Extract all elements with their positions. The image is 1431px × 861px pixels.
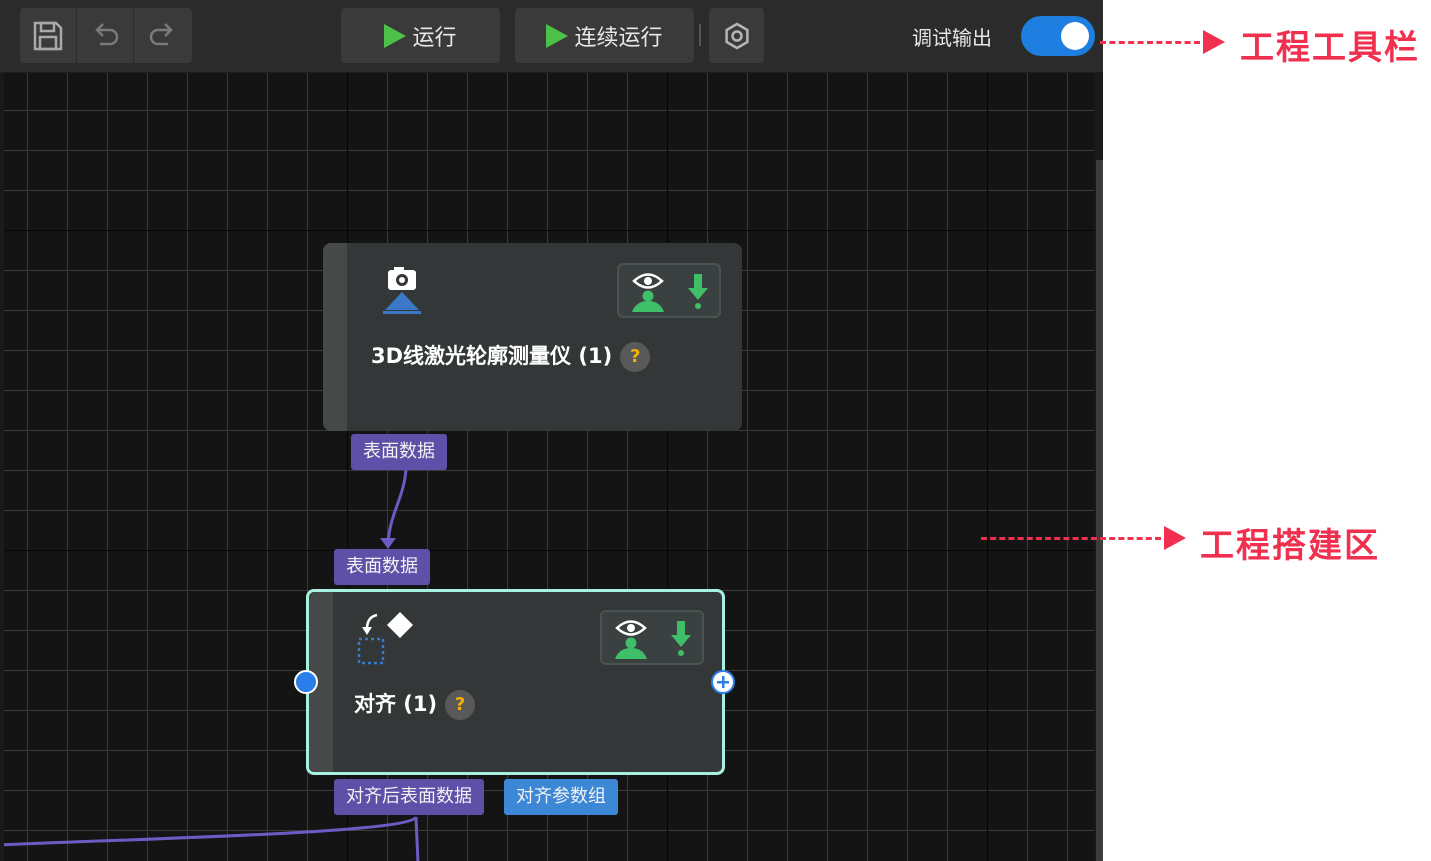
save-button[interactable] [20,8,77,63]
redo-button[interactable] [134,8,191,63]
project-workspace-canvas[interactable]: 3D线激光轮廓测量仪 (1)? 表面数据 表面数据 对齐 (1) ? 对齐后表面… [4,73,1094,861]
undo-button[interactable] [77,8,134,63]
settings-button[interactable] [709,8,764,63]
node-3d-laser-profiler[interactable]: 3D线激光轮廓测量仪 (1)? [323,243,742,431]
annotation-toolbar-label: 工程工具栏 [1240,28,1420,68]
redo-icon [149,22,173,45]
node-actions [617,263,721,318]
annotation-arrowhead [1164,526,1186,550]
connection-arrowhead [380,538,396,549]
app-window: 运行 连续运行 调试输出 3D线激光轮廓测量仪 (1) ? 表面数据 表面数据 … [0,0,1103,861]
help-icon[interactable]: ? [445,690,476,720]
run-label: 运行 [412,25,457,51]
toolbar-divider [699,24,701,46]
connection-edge [4,815,418,847]
file-actions-group [20,8,192,63]
debug-output-toggle[interactable] [1021,16,1095,56]
node-title: 对齐 (1)? [354,688,476,720]
download-icon[interactable] [668,618,694,658]
play-icon [384,23,407,48]
annotation-workspace-label: 工程搭建区 [1200,526,1380,566]
annotation-arrow-line [1100,41,1200,44]
download-icon[interactable] [685,271,711,311]
output-port-aligned-surface-data[interactable]: 对齐后表面数据 [334,779,484,815]
node-stripe [323,243,347,431]
add-output-button[interactable] [711,670,735,694]
vertical-scrollbar[interactable] [1096,160,1103,861]
save-icon [33,21,63,50]
camera-sensor-icon [383,267,421,314]
continuous-run-label: 连续运行 [574,25,663,51]
node-title: 3D线激光轮廓测量仪 (1)? [371,340,651,372]
output-port-align-params[interactable]: 对齐参数组 [504,779,618,815]
preview-icon[interactable] [628,269,668,313]
run-button[interactable]: 运行 [341,8,500,63]
node-title-text: 3D线激光轮廓测量仪 (1) [371,344,613,368]
output-port-surface-data[interactable]: 表面数据 [351,434,447,470]
node-align[interactable]: 对齐 (1)? [306,589,725,775]
project-toolbar: 运行 连续运行 调试输出 [0,0,1103,73]
node-title-text: 对齐 (1) [354,692,438,716]
plus-icon [717,676,729,688]
node-actions [600,610,704,665]
annotation-arrow-line [981,537,1161,540]
input-port-surface-data[interactable]: 表面数据 [334,549,430,585]
play-icon [546,23,569,48]
annotation-arrowhead [1203,30,1225,54]
align-icon [357,612,413,665]
connection-edge [414,816,420,861]
toggle-knob [1061,22,1089,50]
debug-output-label: 调试输出 [912,26,992,50]
input-connector[interactable] [294,670,318,694]
preview-icon[interactable] [611,616,651,660]
help-icon[interactable]: ? [620,342,651,372]
gear-icon [724,22,749,49]
continuous-run-button[interactable]: 连续运行 [515,8,694,63]
connection-edge [386,468,408,544]
undo-icon [95,22,119,45]
